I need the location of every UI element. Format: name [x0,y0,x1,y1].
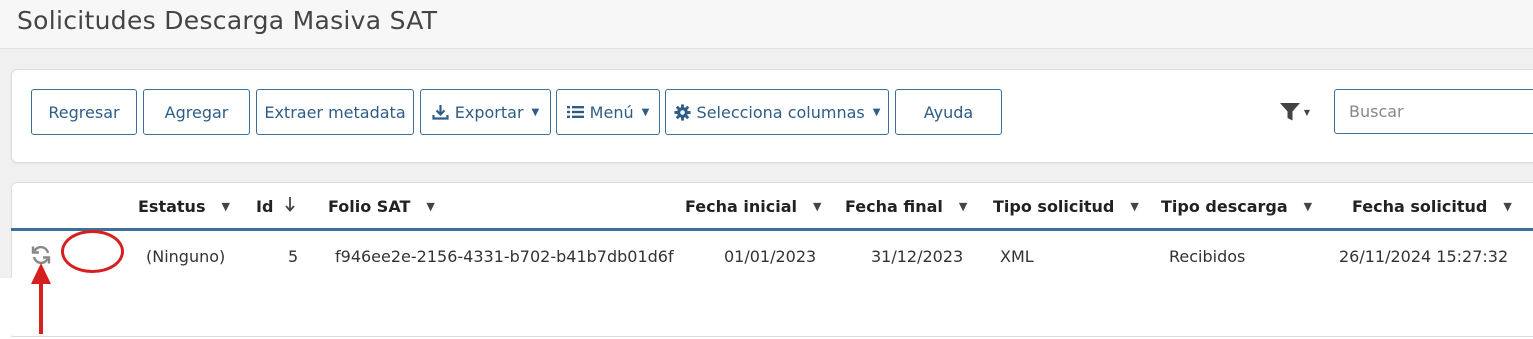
exportar-dropdown-button[interactable]: Exportar ▼ [420,89,551,135]
annotation-circle [61,230,124,273]
header-fecha-inicial[interactable]: Fecha inicial ▼ [685,194,821,218]
header-fecha-solicitud-label: Fecha solicitud [1352,196,1488,216]
exportar-label: Exportar [454,102,524,122]
page-background [0,278,1533,335]
caret-down-icon[interactable]: ▼ [813,200,821,213]
header-fecha-solicitud[interactable]: Fecha solicitud ▼ [1352,194,1512,218]
header-folio-sat-label: Folio SAT [328,196,411,216]
agregar-label: Agregar [164,102,229,122]
filter-button[interactable]: ▼ [1278,98,1312,126]
menu-label: Menú [589,102,634,122]
caret-down-icon[interactable]: ▼ [1130,200,1138,213]
caret-down-icon[interactable]: ▼ [1503,200,1511,213]
selecciona-columnas-button[interactable]: Selecciona columnas ▼ [665,89,889,135]
agregar-button[interactable]: Agregar [143,89,250,135]
ayuda-label: Ayuda [923,102,974,122]
regresar-label: Regresar [48,102,120,122]
header-id[interactable]: Id [256,194,296,218]
caret-down-icon[interactable]: ▼ [426,200,434,213]
header-folio-sat[interactable]: Folio SAT ▼ [328,194,435,218]
ayuda-button[interactable]: Ayuda [895,89,1002,135]
extraer-metadata-label: Extraer metadata [264,102,406,122]
header-divider [11,228,1533,231]
header-fecha-final[interactable]: Fecha final ▼ [845,194,967,218]
title-bar: Solicitudes Descarga Masiva SAT [0,0,1533,49]
page-title: Solicitudes Descarga Masiva SAT [17,6,438,35]
cell-fecha-final: 31/12/2023 [871,246,964,266]
caret-down-icon: ▼ [531,106,540,118]
header-fecha-inicial-label: Fecha inicial [685,196,797,216]
header-estatus[interactable]: Estatus ▼ [138,194,230,218]
caret-down-icon[interactable]: ▼ [959,200,967,213]
cell-folio-sat: f946ee2e-2156-4331-b702-b41b7db01d6f [335,246,674,266]
search-input[interactable] [1334,89,1533,134]
arrow-down-icon [285,196,296,216]
selecciona-columnas-label: Selecciona columnas [696,102,865,122]
extraer-metadata-button[interactable]: Extraer metadata [256,89,414,135]
header-tipo-descarga[interactable]: Tipo descarga ▼ [1161,194,1312,218]
list-icon [566,105,584,119]
regresar-button[interactable]: Regresar [31,89,137,135]
cell-fecha-inicial: 01/01/2023 [724,246,817,266]
header-id-label: Id [256,196,274,216]
caret-down-icon: ▼ [872,106,881,118]
menu-dropdown-button[interactable]: Menú ▼ [556,89,660,135]
header-tipo-descarga-label: Tipo descarga [1161,196,1288,216]
filter-icon [1279,103,1300,121]
caret-down-icon[interactable]: ▼ [1304,200,1312,213]
cell-estatus: (Ninguno) [146,246,226,266]
cell-fecha-solicitud: 26/11/2024 15:27:32 [1339,246,1509,266]
header-fecha-final-label: Fecha final [845,196,943,216]
header-estatus-label: Estatus [138,196,206,216]
cell-tipo-solicitud: XML [1000,246,1034,266]
cell-id: 5 [288,246,299,266]
caret-down-icon[interactable]: ▼ [221,200,229,213]
cell-tipo-descarga: Recibidos [1169,246,1246,266]
annotation-arrow-icon [29,262,53,339]
caret-down-icon: ▼ [641,106,650,118]
download-icon [432,104,449,120]
header-tipo-solicitud[interactable]: Tipo solicitud ▼ [993,194,1139,218]
header-tipo-solicitud-label: Tipo solicitud [993,196,1115,216]
gear-icon [673,103,691,121]
caret-down-icon: ▼ [1303,107,1311,117]
